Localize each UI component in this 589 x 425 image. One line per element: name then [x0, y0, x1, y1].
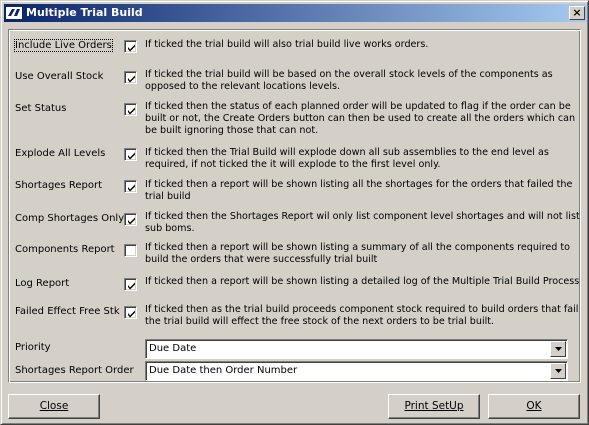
checkmark-icon: [128, 217, 135, 225]
option-label: Include Live Orders: [14, 39, 113, 52]
option-description: If ticked then the Trial Build will expl…: [145, 147, 549, 170]
checkmark-icon: [128, 75, 135, 83]
print-setup-button[interactable]: Print SetUp: [388, 394, 480, 419]
close-button[interactable]: Close: [8, 394, 100, 419]
option-checkbox[interactable]: [124, 244, 137, 257]
sp-logo-icon: [6, 7, 22, 19]
chevron-down-icon: [555, 347, 562, 351]
print-setup-button-label: Print SetUp: [404, 400, 464, 412]
shortages-order-value: Due Date then Order Number: [149, 365, 298, 376]
option-description: If ticked the trial build will also tria…: [145, 39, 429, 50]
option-label: Log Report: [15, 278, 70, 289]
option-label: Use Overall Stock: [15, 71, 104, 82]
option-description: If ticked the trial build will be based …: [145, 69, 553, 92]
checkmark-icon: [128, 44, 135, 52]
multiple-trial-build-window: Multiple Trial Build × Priority Due Date…: [0, 0, 589, 425]
close-icon: ×: [572, 6, 582, 19]
option-label: Shortages Report: [15, 180, 103, 191]
option-label: Components Report: [15, 244, 115, 255]
checkmark-icon: [128, 310, 135, 318]
option-description: If ticked then a report will be shown li…: [145, 179, 573, 202]
priority-dropdown-button[interactable]: [550, 341, 566, 357]
priority-select[interactable]: Due Date: [145, 339, 568, 359]
window-title: Multiple Trial Build: [26, 6, 143, 19]
title-bar[interactable]: Multiple Trial Build ×: [4, 4, 587, 22]
checkmark-icon: [128, 107, 135, 115]
option-checkbox[interactable]: [124, 278, 137, 291]
checkmark-icon: [128, 152, 135, 160]
ok-button-label: OK: [526, 400, 542, 412]
option-checkbox[interactable]: [124, 148, 137, 161]
priority-label: Priority: [15, 342, 51, 353]
option-description: If ticked then the Shortages Report wil …: [145, 211, 580, 234]
option-checkbox[interactable]: [124, 306, 137, 319]
option-description: If ticked then a report will be shown li…: [145, 276, 580, 287]
close-window-button[interactable]: ×: [569, 6, 585, 20]
option-description: If ticked then as the trial build procee…: [145, 304, 579, 327]
checkmark-icon: [128, 184, 135, 192]
option-checkbox[interactable]: [124, 180, 137, 193]
ok-button[interactable]: OK: [488, 394, 580, 419]
option-label: Failed Effect Free Stk: [15, 306, 120, 317]
checkmark-icon: [128, 282, 135, 290]
option-checkbox[interactable]: [124, 213, 137, 226]
priority-value: Due Date: [149, 343, 197, 354]
close-button-label: Close: [39, 400, 69, 412]
option-label: Comp Shortages Only: [15, 213, 125, 224]
shortages-order-label: Shortages Report Order: [15, 365, 134, 376]
options-panel: Priority Due Date Shortages Report Order…: [8, 29, 581, 383]
shortages-order-dropdown-button[interactable]: [550, 363, 566, 379]
option-description: If ticked then a report will be shown li…: [145, 242, 571, 265]
option-checkbox[interactable]: [124, 40, 137, 53]
option-description: If ticked then the status of each planne…: [145, 101, 576, 136]
option-label: Explode All Levels: [15, 148, 106, 159]
option-checkbox[interactable]: [124, 71, 137, 84]
option-label: Set Status: [15, 103, 67, 114]
option-checkbox[interactable]: [124, 103, 137, 116]
shortages-order-select[interactable]: Due Date then Order Number: [145, 361, 568, 381]
chevron-down-icon: [555, 369, 562, 373]
